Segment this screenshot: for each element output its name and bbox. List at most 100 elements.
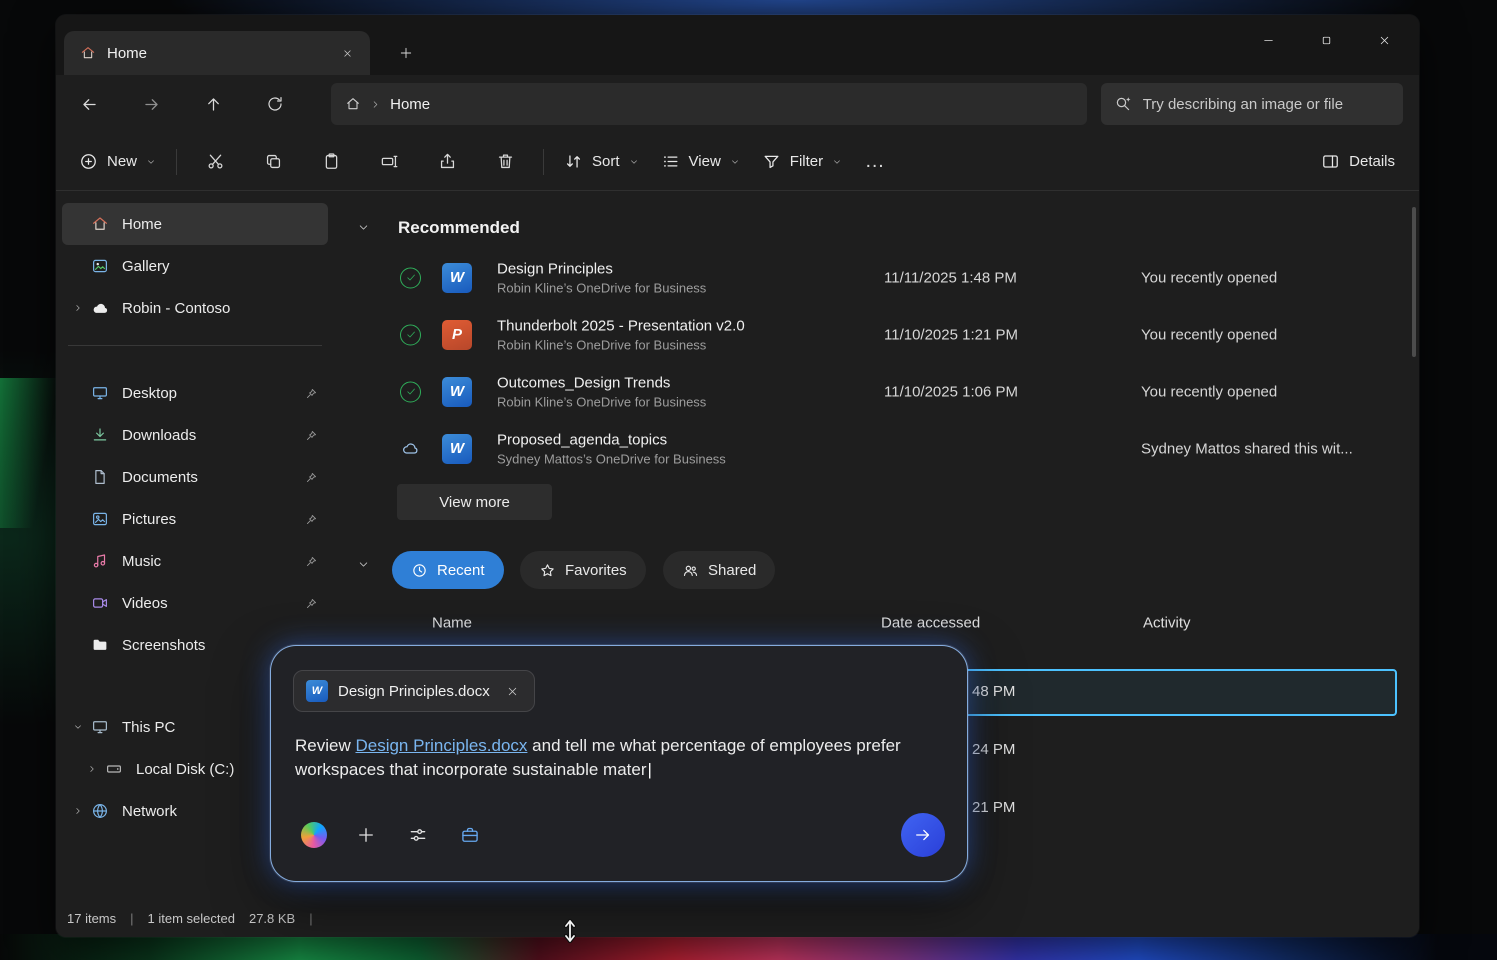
sidebar-item-home[interactable]: Home [62, 203, 328, 245]
chevron-right-icon[interactable] [87, 764, 97, 774]
collapse-section-button[interactable] [352, 558, 374, 571]
add-attachment-button[interactable] [353, 822, 379, 848]
recommended-file-row[interactable]: W Design Principles Robin Kline’s OneDri… [334, 249, 1413, 306]
file-name: Thunderbolt 2025 - Presentation v2.0 [497, 317, 745, 334]
file-activity: Sydney Mattos shared this wit... [1141, 440, 1353, 457]
copy-button[interactable] [244, 143, 302, 181]
close-icon [1378, 34, 1391, 47]
filter-button[interactable]: Filter [751, 143, 853, 181]
up-button[interactable] [196, 86, 232, 122]
breadcrumb-home[interactable]: Home [390, 96, 430, 113]
scrollbar-thumb[interactable] [1412, 207, 1416, 357]
view-list-icon [661, 152, 680, 171]
cut-button[interactable] [186, 143, 244, 181]
chevron-down-icon [832, 157, 842, 167]
sort-button[interactable]: Sort [553, 143, 650, 181]
rename-button[interactable] [360, 143, 418, 181]
plus-circle-icon [79, 152, 98, 171]
downloads-icon [91, 426, 109, 444]
file-table-header: Name Date accessed Activity [334, 609, 1419, 637]
sidebar-item-videos[interactable]: Videos [62, 582, 328, 624]
recommended-file-row[interactable]: P Thunderbolt 2025 - Presentation v2.0 R… [334, 306, 1413, 363]
trash-icon [496, 152, 515, 171]
tab-home[interactable]: Home [64, 31, 370, 75]
attachment-chip[interactable]: W Design Principles.docx [293, 670, 535, 712]
view-button[interactable]: View [650, 143, 751, 181]
chevron-down-icon[interactable] [73, 722, 83, 732]
plus-icon [356, 825, 376, 845]
maximize-button[interactable] [1297, 15, 1355, 65]
paste-button[interactable] [302, 143, 360, 181]
pin-icon [305, 429, 318, 442]
chevron-down-icon [146, 157, 156, 167]
column-activity[interactable]: Activity [1143, 615, 1191, 632]
file-location: Robin Kline’s OneDrive for Business [497, 337, 745, 352]
chevron-right-icon[interactable] [73, 806, 83, 816]
new-button[interactable]: New [68, 143, 167, 181]
toolbar-divider [543, 149, 544, 175]
status-divider: | [309, 911, 312, 926]
cloud-status-icon [401, 439, 420, 458]
sidebar-item-gallery[interactable]: Gallery [62, 245, 328, 287]
share-button[interactable] [418, 143, 476, 181]
attachment-name: Design Principles.docx [338, 683, 490, 700]
sidebar-item-onedrive-robin-contoso[interactable]: Robin - Contoso [62, 287, 328, 329]
address-bar[interactable]: Home [331, 83, 1087, 125]
chevron-right-icon[interactable] [73, 303, 83, 313]
word-file-icon: W [442, 377, 472, 407]
column-name[interactable]: Name [432, 615, 472, 632]
onedrive-icon [91, 299, 110, 318]
work-briefcase-button[interactable] [457, 822, 483, 848]
search-box[interactable]: Try describing an image or file [1101, 83, 1403, 125]
maximize-icon [1320, 34, 1333, 47]
view-more-button[interactable]: View more [397, 484, 552, 520]
home-icon [80, 45, 96, 61]
sidebar-item-documents[interactable]: Documents [62, 456, 328, 498]
file-name: Design Principles [497, 260, 706, 277]
recommended-file-row[interactable]: W Outcomes_Design Trends Robin Kline’s O… [334, 363, 1413, 420]
remove-attachment-button[interactable] [500, 678, 526, 704]
sidebar-separator [68, 345, 322, 346]
collapse-recommended-button[interactable] [352, 221, 374, 234]
copilot-actions [301, 813, 945, 857]
refresh-button[interactable] [257, 86, 293, 122]
forward-button[interactable] [134, 86, 170, 122]
details-button[interactable]: Details [1309, 143, 1407, 181]
tab-shared[interactable]: Shared [663, 551, 775, 589]
back-button[interactable] [72, 86, 108, 122]
sidebar-item-pictures[interactable]: Pictures [62, 498, 328, 540]
sliders-icon [408, 825, 428, 845]
tab-recent[interactable]: Recent [392, 551, 504, 589]
navigation-bar: Home Try describing an image or file [56, 75, 1419, 133]
status-bar: 17 items | 1 item selected 27.8 KB | [56, 900, 1419, 937]
window-controls [1239, 15, 1413, 65]
sidebar-item-downloads[interactable]: Downloads [62, 414, 328, 456]
copilot-icon[interactable] [301, 822, 327, 848]
chevron-down-icon [730, 157, 740, 167]
submit-button[interactable] [901, 813, 945, 857]
recommended-file-row[interactable]: W Proposed_agenda_topics Sydney Mattos’s… [334, 420, 1413, 477]
prompt-text-input[interactable]: Review Design Principles.docx and tell m… [295, 734, 947, 782]
column-date-accessed[interactable]: Date accessed [881, 615, 980, 632]
file-location: Robin Kline’s OneDrive for Business [497, 280, 706, 295]
sidebar-item-desktop[interactable]: Desktop [62, 372, 328, 414]
delete-button[interactable] [476, 143, 534, 181]
close-button[interactable] [1355, 15, 1413, 65]
file-location: Sydney Mattos’s OneDrive for Business [497, 451, 726, 466]
tab-close-button[interactable] [334, 40, 360, 66]
word-file-icon: W [306, 680, 328, 702]
more-options-button[interactable]: … [853, 150, 897, 173]
videos-icon [91, 594, 109, 612]
tune-settings-button[interactable] [405, 822, 431, 848]
new-tab-button[interactable] [390, 37, 422, 69]
selection-size: 27.8 KB [249, 911, 295, 926]
prompt-file-link[interactable]: Design Principles.docx [355, 736, 527, 755]
minimize-button[interactable] [1239, 15, 1297, 65]
file-date: 11/10/2025 1:21 PM [884, 326, 1018, 343]
arrow-left-icon [80, 95, 99, 114]
documents-icon [91, 468, 109, 486]
pin-icon [305, 597, 318, 610]
copy-icon [264, 152, 283, 171]
tab-favorites[interactable]: Favorites [520, 551, 646, 589]
sidebar-item-music[interactable]: Music [62, 540, 328, 582]
